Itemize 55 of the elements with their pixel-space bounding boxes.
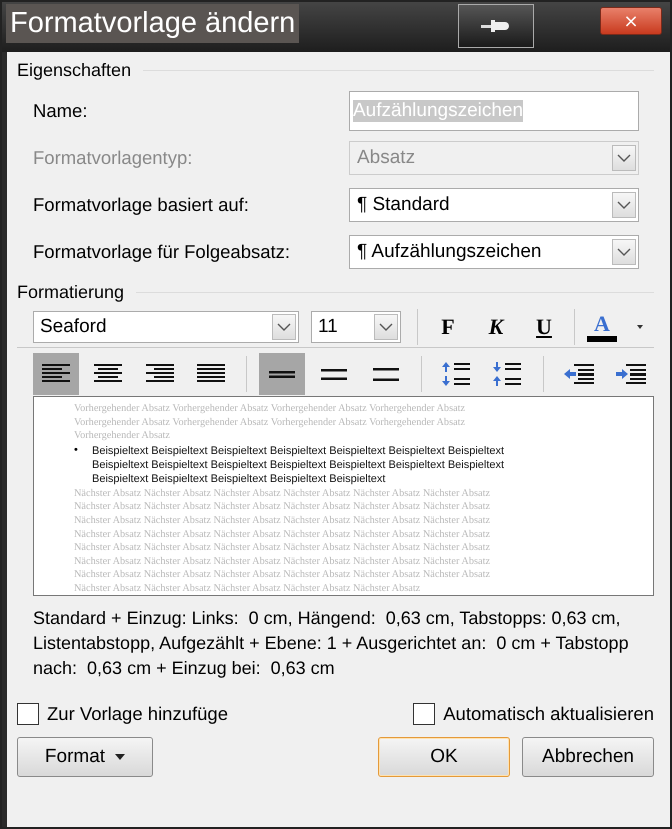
caret-icon: [637, 325, 643, 329]
sample-text: Beispieltext Beispieltext Beispieltext Beispieltext Beispieltext: [92, 472, 386, 486]
section-heading: Formatierung: [17, 282, 124, 303]
line-spacing-icon: [269, 370, 296, 378]
line-spacing-icon: [320, 368, 347, 380]
preview-text: Vorhergehender Absatz: [74, 429, 171, 443]
preview-text: Nächster Absatz Nächster Absatz Nächster Absatz Nächster Absatz Nächster Absatz: [74, 582, 422, 595]
indent-icon: [562, 361, 596, 387]
sample-text: Beispieltext Beispieltext Beispieltext Beispieltext Beispieltext Beispieltext Beispieltext: [92, 444, 504, 458]
chevron-icon: [612, 145, 636, 171]
bullet: •: [74, 444, 79, 458]
preview-text: Nächster Absatz Nächster Absatz Nächster Absatz Nächster Absatz Nächster Absatz Nächster Absatz: [74, 514, 492, 528]
underline-button[interactable]: U: [520, 309, 568, 345]
bold-button[interactable]: F: [424, 309, 472, 345]
field-label: Formatvorlage für Folgeabsatz:: [33, 241, 292, 263]
checkbox[interactable]: [17, 703, 39, 725]
font-dropdown[interactable]: Seaford: [33, 311, 299, 343]
preview-text: Nächster Absatz Nächster Absatz Nächster Absatz Nächster Absatz Nächster Absatz Nächster Absatz: [74, 500, 492, 514]
preview-text: Nächster Absatz Nächster Absatz Nächster Absatz Nächster Absatz Nächster Absatz Nächster Absatz: [74, 486, 492, 500]
preview-text: Vorhergehender Absatz Vorhergehender Absatz Vorhergehender Absatz Vorhergehender Absatz: [74, 416, 466, 430]
style-dropdown[interactable]: ¶ Aufzählungszeichen: [349, 235, 639, 269]
section-heading: Eigenschaften: [17, 60, 132, 81]
field-label: Name:: [33, 100, 88, 122]
preview-text: Nächster Absatz Nächster Absatz Nächster Absatz Nächster Absatz Nächster Absatz Nächster Absatz: [74, 554, 492, 568]
style-description: Standard + Einzug: Links: 0 cm, Hängend: 0,63 cm, Tabstopps: 0,63 cm, Listentabstopp, Aufgezählt + Ebene: 1 + Ausgerichtet an: 0 cm + Tabstopp nach: 0,63 cm + Einzug bei: 0,63 cm: [33, 607, 630, 680]
chevron-icon: [612, 192, 636, 218]
chevron-icon: [612, 239, 636, 265]
pin-button[interactable]: [458, 4, 534, 48]
field-label: Formatvorlage basiert auf:: [33, 194, 250, 216]
chevron-icon: [272, 314, 296, 340]
style-dropdown[interactable]: ¶ Standard: [349, 188, 639, 222]
italic-button[interactable]: K: [472, 309, 520, 345]
size-dropdown[interactable]: 11: [311, 311, 401, 343]
indent-icon: [614, 361, 648, 387]
close-button[interactable]: ×: [600, 7, 662, 35]
checkbox-option[interactable]: Zur Vorlage hinzufüge: [17, 703, 228, 725]
preview-text: Nächster Absatz Nächster Absatz Nächster Absatz Nächster Absatz Nächster Absatz Nächster Absatz: [74, 568, 492, 582]
checkbox[interactable]: [413, 703, 436, 725]
field-label: Formatvorlagentyp:: [33, 147, 194, 169]
line-spacing-button[interactable]: [259, 353, 306, 395]
pin-icon: [481, 19, 511, 33]
ok-button[interactable]: OK: [378, 737, 510, 777]
window-title: Formatvorlage ändern: [6, 4, 300, 43]
color-button[interactable]: A: [587, 312, 617, 342]
checkbox-option[interactable]: Automatisch aktualisieren: [413, 703, 654, 725]
caret-icon: [115, 754, 126, 760]
cancel-button[interactable]: Abbrechen: [522, 737, 654, 777]
line-spacing-icon: [372, 368, 399, 380]
preview-text: Vorhergehender Absatz Vorhergehender Absatz Vorhergehender Absatz Vorhergehender Absatz: [74, 402, 466, 416]
align-button[interactable]: [33, 353, 79, 395]
preview-text: Nächster Absatz Nächster Absatz Nächster Absatz Nächster Absatz Nächster Absatz Nächster Absatz: [74, 528, 492, 542]
format-menu-button[interactable]: Format: [17, 737, 153, 777]
preview-text: Nächster Absatz Nächster Absatz Nächster Absatz Nächster Absatz Nächster Absatz Nächster Absatz: [74, 541, 492, 555]
sample-text: Beispieltext Beispieltext Beispieltext Beispieltext Beispieltext Beispieltext Beispieltext: [92, 458, 504, 472]
chevron-icon: [374, 314, 398, 340]
